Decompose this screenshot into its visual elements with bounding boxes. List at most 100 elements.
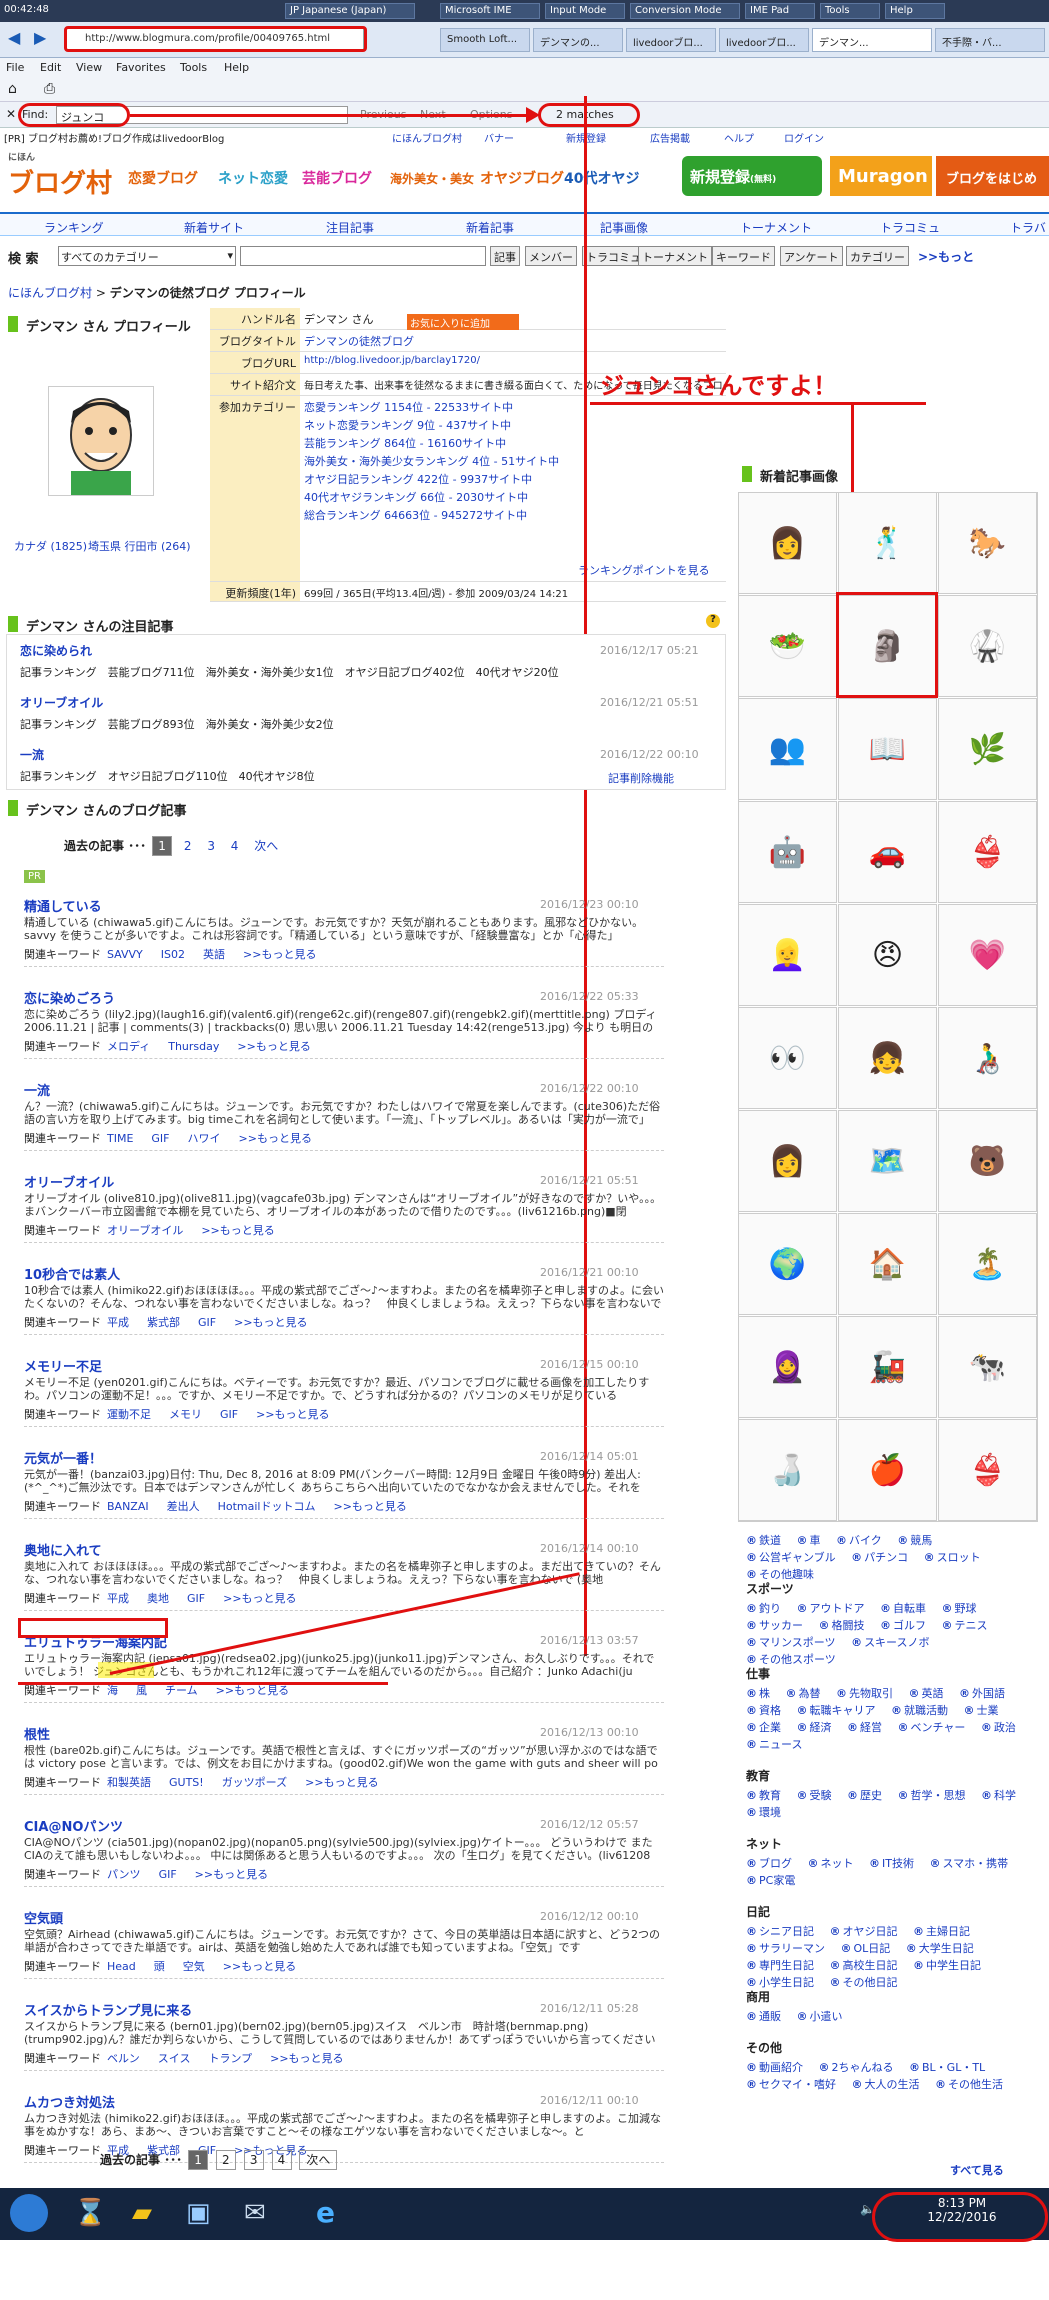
article-image-thumb[interactable]: 🌿 [938,698,1037,800]
keyword-link[interactable]: 空気 [183,1960,205,1973]
sidebar-category-link[interactable]: ® スマホ・携帯 [929,1857,1008,1870]
sidebar-category-link[interactable]: ® 競馬 [897,1534,932,1547]
tools-button[interactable]: Tools [820,3,880,19]
sidebar-category-link[interactable]: ® マリンスポーツ [746,1636,836,1649]
article-title[interactable]: CIA@NOパンツ [24,1816,123,1835]
sidebar-category-link[interactable]: ® 株 [746,1687,770,1700]
article-image-thumb[interactable]: 👀 [738,1007,837,1109]
sidebar-category-link[interactable]: ® IT技術 [869,1857,914,1870]
more-link[interactable]: >>もっと見る [216,1684,289,1697]
browser-tab[interactable]: livedoorブロ... [626,28,716,52]
sidebar-category-link[interactable]: ® 格闘技 [819,1619,865,1632]
cat-oyaji[interactable]: オヤジブログ [480,168,564,188]
more-link[interactable]: >>もっと見る [239,1132,312,1145]
cat-40s-oyaji[interactable]: 40代オヤジ [564,168,639,188]
nav-trackback[interactable]: トラバ [1010,219,1046,236]
nav-new-sites[interactable]: 新着サイト [184,219,244,236]
sidebar-category-link[interactable]: ® 歴史 [847,1789,882,1802]
more-link[interactable]: >>もっと見る [234,1316,307,1329]
sidebar-category-link[interactable]: ® シニア日記 [746,1925,814,1938]
blog-url-link[interactable]: http://blog.livedoor.jp/barclay1720/ [304,355,726,366]
sidebar-category-link[interactable]: ® 先物取引 [836,1687,893,1700]
article-title[interactable]: 元気が一番！ [24,1448,102,1467]
keyword-link[interactable]: Hotmailドットコム [218,1500,316,1513]
article-image-thumb[interactable]: 🗺️ [838,1110,937,1212]
sidebar-category-link[interactable]: ® 就職活動 [891,1704,948,1717]
keyword-link[interactable]: パンツ [107,1868,141,1881]
sidebar-category-link[interactable]: ® ブログ [746,1857,792,1870]
search-survey-button[interactable]: アンケート [780,246,843,266]
input-mode-button[interactable]: Input Mode [545,3,625,19]
sidebar-category-link[interactable]: ® 政治 [981,1721,1016,1734]
keyword-link[interactable]: TIME [107,1132,133,1145]
app-icon[interactable]: ▣ [186,2198,211,2228]
breadcrumb-home[interactable]: にほんブログ村 [8,286,92,300]
ime-pad-button[interactable]: IME Pad [745,3,815,19]
pr-link[interactable]: [PR] ブログ村お薦め!ブログ作成はlivedoorBlog [4,130,224,145]
cat-geinou[interactable]: 芸能ブログ [302,168,372,188]
nav-featured[interactable]: 注目記事 [326,219,374,236]
sidebar-category-link[interactable]: ® 大人の生活 [852,2078,920,2091]
nav-tracomu[interactable]: トラコミュ [880,219,940,236]
sidebar-category-link[interactable]: ® 転職キャリア [797,1704,876,1717]
article-image-thumb[interactable]: 🚗 [838,801,937,903]
home-icon[interactable]: ⌂ [8,81,17,97]
language-indicator[interactable]: JP Japanese (Japan) [285,3,415,19]
keyword-link[interactable]: ガッツポーズ [222,1776,287,1789]
next-page[interactable]: 次へ [299,2150,338,2170]
sidebar-category-link[interactable]: ® 大学生日記 [906,1942,974,1955]
keyword-link[interactable]: メモリ [169,1408,202,1421]
start-button-icon[interactable] [10,2194,48,2232]
sidebar-category-link[interactable]: ® 経営 [847,1721,882,1734]
article-title[interactable]: 一流 [24,1080,50,1099]
article-title[interactable]: スイスからトランプ見に来る [24,2000,192,2019]
article-title[interactable]: 精通している [24,896,102,915]
page-1[interactable]: 1 [188,2150,209,2170]
close-find-icon[interactable]: ✕ [6,107,16,121]
page-1[interactable]: 1 [152,836,173,856]
location-gyoda[interactable]: 埼玉県 行田市 (264) [88,538,198,554]
sidebar-category-link[interactable]: ® 科学 [981,1789,1016,1802]
article-image-thumb[interactable]: 🤖 [738,801,837,903]
menu-view[interactable]: View [76,61,102,74]
sidebar-category-link[interactable]: ® 哲学・思想 [898,1789,966,1802]
keyword-link[interactable]: GUTS! [169,1776,204,1789]
article-image-thumb[interactable]: 👨‍🦽 [938,1007,1037,1109]
sidebar-category-link[interactable]: ® 為替 [786,1687,821,1700]
nav-tournament[interactable]: トーナメント [740,219,812,236]
article-image-thumb[interactable]: 🍶 [738,1419,837,1521]
article-image-thumb[interactable]: 🥗 [738,595,837,697]
keyword-link[interactable]: BANZAI [107,1500,149,1513]
keyword-link[interactable]: GIF [198,1316,216,1329]
keyword-link[interactable]: 運動不足 [107,1408,151,1421]
keyword-link[interactable]: トランプ [208,2052,252,2065]
article-image-thumb[interactable]: 👥 [738,698,837,800]
menu-file[interactable]: File [6,61,24,74]
more-link[interactable]: >>もっと見る [256,1408,329,1421]
mail-icon[interactable]: ✉ [244,2198,266,2228]
keyword-link[interactable]: 奥地 [147,1592,169,1605]
article-title[interactable]: 空気頭 [24,1908,63,1927]
ie-icon[interactable]: e [316,2196,335,2229]
back-icon[interactable]: ◀ [8,28,20,47]
sidebar-category-link[interactable]: ® PC家電 [746,1874,795,1887]
article-image-thumb[interactable]: 🚂 [838,1316,937,1418]
article-title[interactable]: 奥地に入れて [24,1540,102,1559]
view-all-link[interactable]: すべて見る [950,2162,1004,2178]
sidebar-category-link[interactable]: ® パチンコ [851,1551,908,1564]
forward-icon[interactable]: ▶ [34,28,46,47]
browser-tab[interactable]: 不手際・バ... [935,28,1045,52]
more-link[interactable]: >>もっと見る [195,1868,268,1881]
site-logo[interactable]: にほん ブログ村 [8,150,128,199]
sidebar-category-link[interactable]: ® ニュース [746,1738,802,1751]
article-image-thumb[interactable]: 👙 [938,1419,1037,1521]
article-image-thumb[interactable]: 🐻 [938,1110,1037,1212]
sidebar-category-link[interactable]: ® 鉄道 [746,1534,781,1547]
menu-edit[interactable]: Edit [40,61,61,74]
keyword-link[interactable]: 海 [107,1684,118,1697]
sidebar-category-link[interactable]: ® テニス [942,1619,988,1632]
sidebar-category-link[interactable]: ® 環境 [746,1806,781,1819]
sidebar-category-link[interactable]: ® その他日記 [830,1976,898,1989]
article-title[interactable]: ムカつき対処法 [24,2092,115,2111]
cat-love[interactable]: 恋愛ブログ [128,168,198,188]
